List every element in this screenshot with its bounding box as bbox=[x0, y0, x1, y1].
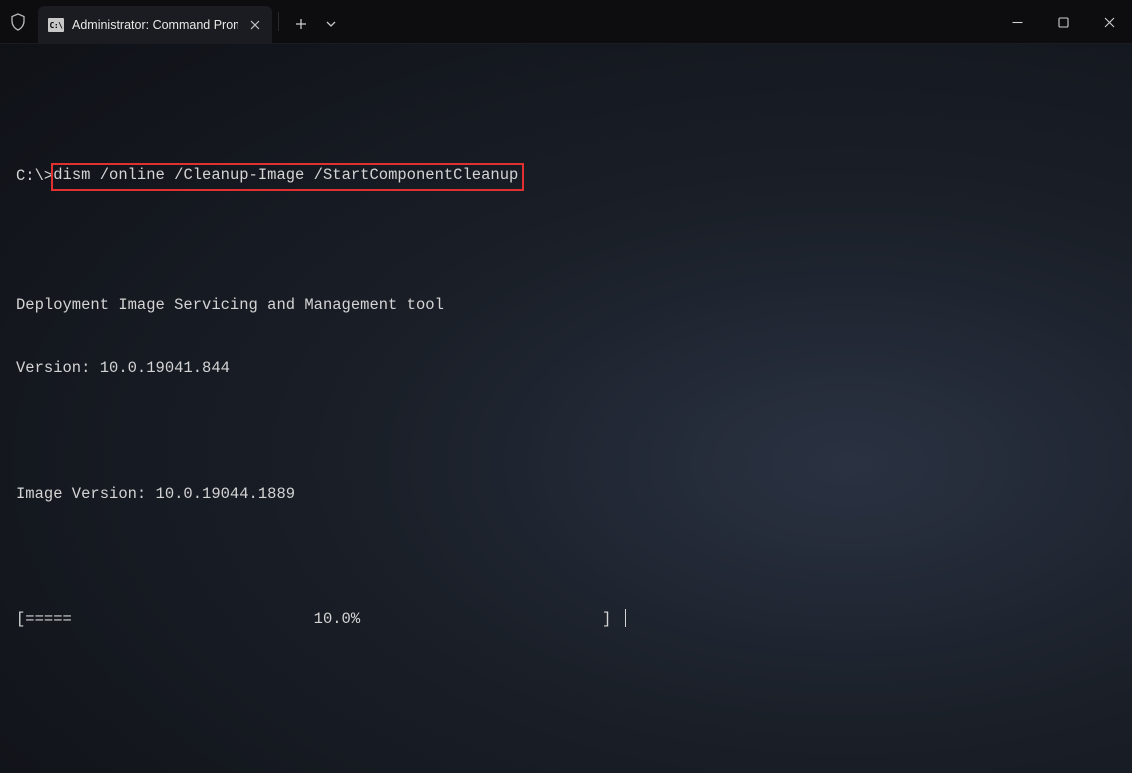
output-line: Image Version: 10.0.19044.1889 bbox=[16, 484, 1116, 505]
new-tab-button[interactable] bbox=[285, 4, 317, 43]
close-tab-button[interactable] bbox=[246, 16, 264, 34]
shield-icon bbox=[0, 0, 36, 43]
minimize-button[interactable] bbox=[994, 0, 1040, 44]
tab-divider bbox=[278, 12, 279, 31]
titlebar-left: C:\ Administrator: Command Prom bbox=[0, 0, 345, 43]
command-text: dism /online /Cleanup-Image /StartCompon… bbox=[51, 163, 524, 191]
tab-dropdown-button[interactable] bbox=[317, 4, 345, 43]
tab-title: Administrator: Command Prom bbox=[72, 18, 238, 32]
command-line: C:\>dism /online /Cleanup-Image /StartCo… bbox=[16, 163, 1116, 191]
cursor bbox=[625, 609, 627, 627]
maximize-button[interactable] bbox=[1040, 0, 1086, 44]
close-window-button[interactable] bbox=[1086, 0, 1132, 44]
titlebar: C:\ Administrator: Command Prom bbox=[0, 0, 1132, 44]
titlebar-drag-area[interactable] bbox=[345, 0, 994, 43]
prompt: C:\> bbox=[16, 166, 53, 187]
terminal-area[interactable]: C:\>dism /online /Cleanup-Image /StartCo… bbox=[0, 44, 1132, 665]
active-tab[interactable]: C:\ Administrator: Command Prom bbox=[38, 6, 272, 44]
output-line: Deployment Image Servicing and Managemen… bbox=[16, 295, 1116, 316]
window-controls bbox=[994, 0, 1132, 43]
progress-line: [===== 10.0% ] bbox=[16, 609, 1116, 630]
cmd-icon: C:\ bbox=[48, 18, 64, 32]
output-line: Version: 10.0.19041.844 bbox=[16, 358, 1116, 379]
